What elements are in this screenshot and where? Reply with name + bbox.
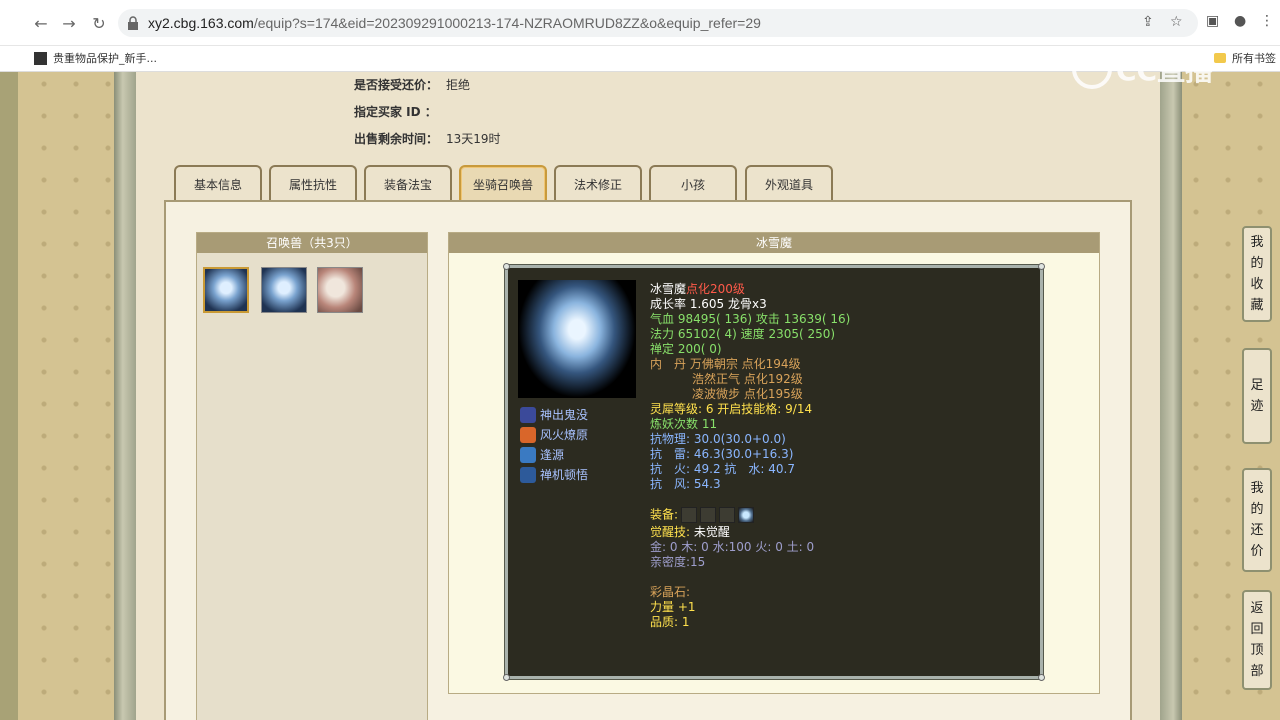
- info-buyer-id: 指定买家 ID ：: [354, 105, 437, 119]
- corner-rivet: [503, 674, 510, 681]
- gem-power: 力量 +1: [650, 600, 696, 614]
- address-bar[interactable]: xy2.cbg.163.com/equip?s=174&eid=20230929…: [118, 9, 1198, 37]
- menu-icon[interactable]: ⋮: [1260, 13, 1274, 29]
- profile-icon[interactable]: ●: [1234, 13, 1246, 29]
- bookmark-item[interactable]: 贵重物品保护_新手...: [34, 50, 157, 66]
- back-icon[interactable]: ←: [30, 12, 52, 34]
- pet-stat-panel: 神出鬼没 风火燎原 逢源 禅机顿悟 冰雪魔点化200级 成长率 1.605 龙骨…: [503, 263, 1045, 681]
- tab-appearance[interactable]: 外观道具: [745, 165, 833, 201]
- res-thunder: 抗 雷: 46.3(30.0+16.3): [650, 447, 794, 461]
- pet-thumb-3[interactable]: [317, 267, 363, 313]
- skill-label: 风火燎原: [540, 428, 589, 442]
- pet-thumb-2[interactable]: [261, 267, 307, 313]
- pet-portrait: [518, 280, 636, 398]
- skill-4[interactable]: 禅机顿悟: [520, 466, 588, 483]
- equip-slot[interactable]: [700, 507, 717, 523]
- pet-intimacy: 亲密度:15: [650, 555, 706, 569]
- pet-hp: 气血 98495( 136): [650, 312, 756, 326]
- watermark-icon: [1072, 49, 1112, 89]
- pet-name: 冰雪魔: [650, 282, 687, 296]
- pet-mp: 法力 65102( 4): [650, 327, 741, 341]
- info-remaining-time: 出售剩余时间： 13天19时: [354, 132, 501, 146]
- pet-thumb-1[interactable]: [203, 267, 249, 313]
- info-counter-offer: 是否接受还价： 拒绝: [354, 78, 471, 92]
- back-to-top-button[interactable]: 返回顶部: [1242, 590, 1272, 690]
- equip-slot[interactable]: [719, 507, 736, 523]
- watermark-logo: CC直播: [1072, 46, 1242, 92]
- star-icon[interactable]: ☆: [1170, 14, 1183, 30]
- pet-list-title: 召唤兽（共3只）: [197, 233, 427, 253]
- tab-attributes[interactable]: 属性抗性: [269, 165, 357, 201]
- corner-rivet: [503, 263, 510, 270]
- skill-icon: [520, 426, 536, 443]
- skill-label: 逢源: [540, 448, 565, 462]
- tab-child[interactable]: 小孩: [649, 165, 737, 201]
- corner-rivet: [1038, 674, 1045, 681]
- skill-icon: [520, 406, 536, 423]
- tab-panel: 召唤兽（共3只） 冰雪魔 神出鬼没 风火燎原 逢源 禅机顿悟 冰雪魔点化200级…: [164, 200, 1132, 720]
- equip-slot[interactable]: [738, 507, 755, 523]
- forward-icon[interactable]: →: [58, 12, 80, 34]
- equip-slot[interactable]: [681, 507, 698, 523]
- inner-core-3: 凌波微步 点化195级: [692, 387, 803, 401]
- equip-label: 装备:: [650, 507, 679, 522]
- history-button[interactable]: 足迹: [1242, 348, 1272, 444]
- bookmark-label: 贵重物品保护_新手...: [53, 52, 157, 65]
- pet-detail-title: 冰雪魔: [449, 233, 1099, 253]
- my-favorites-button[interactable]: 我的收藏: [1242, 226, 1272, 322]
- my-counter-offers-button[interactable]: 我的还价: [1242, 468, 1272, 572]
- inner-core-label: 内 丹: [650, 357, 687, 371]
- skill-icon: [520, 466, 536, 483]
- frame-right: [1160, 72, 1182, 720]
- lock-icon: [128, 16, 138, 30]
- gem-label: 彩晶石:: [650, 585, 691, 599]
- url-text: xy2.cbg.163.com/equip?s=174&eid=20230929…: [148, 15, 761, 31]
- pet-list-box: 召唤兽（共3只）: [196, 232, 428, 720]
- reload-icon[interactable]: ↻: [88, 12, 110, 34]
- bookmark-favicon-icon: [34, 51, 47, 65]
- pet-tag: 点化200级: [686, 282, 745, 296]
- pet-detail-box: 冰雪魔 神出鬼没 风火燎原 逢源 禅机顿悟 冰雪魔点化200级 成长率 1.60…: [448, 232, 1100, 694]
- sidebar-toggle-icon[interactable]: ▣: [1206, 13, 1219, 29]
- main-content: 是否接受还价： 拒绝 指定买家 ID ： 出售剩余时间： 13天19时 基本信息 属…: [136, 72, 1160, 720]
- pet-zen: 禅定 200( 0): [650, 342, 722, 356]
- corner-rivet: [1038, 263, 1045, 270]
- inner-core-2: 浩然正气 点化192级: [692, 372, 803, 386]
- share-icon[interactable]: ⇪: [1142, 14, 1154, 30]
- page-left-strip: [0, 72, 18, 720]
- skill-2[interactable]: 风火燎原: [520, 426, 588, 443]
- pet-atk: 攻击 13639( 16): [755, 312, 851, 326]
- skill-label: 神出鬼没: [540, 408, 589, 422]
- browser-toolbar: ← → ↻ xy2.cbg.163.com/equip?s=174&eid=20…: [0, 0, 1280, 46]
- pet-growth: 成长率 1.605 龙骨x3: [650, 297, 767, 311]
- tab-equipment[interactable]: 装备法宝: [364, 165, 452, 201]
- pet-stats: 冰雪魔点化200级 成长率 1.605 龙骨x3 气血 98495( 136) …: [650, 282, 850, 630]
- awaken-value: 未觉醒: [693, 525, 730, 539]
- skill-3[interactable]: 逢源: [520, 446, 564, 463]
- inner-core-1: 万佛朝宗 点化194级: [689, 357, 801, 371]
- lingxi-level: 灵犀等级: 6 开启技能格: 9/14: [650, 402, 813, 416]
- res-wind: 抗 风: 54.3: [650, 477, 721, 491]
- tab-mounts-pets[interactable]: 坐骑召唤兽: [459, 165, 547, 201]
- pet-spd: 速度 2305( 250): [740, 327, 836, 341]
- skill-1[interactable]: 神出鬼没: [520, 406, 588, 423]
- frame-left: [114, 72, 136, 720]
- gem-quality: 品质: 1: [650, 615, 690, 629]
- res-fire-water: 抗 火: 49.2 抗 水: 40.7: [650, 462, 795, 476]
- pet-elements: 金: 0 木: 0 水:100 火: 0 土: 0: [650, 540, 815, 554]
- lianyao-count: 炼妖次数 11: [650, 417, 718, 431]
- watermark-text: CC直播: [1116, 54, 1214, 87]
- awaken-label: 觉醒技:: [650, 525, 691, 539]
- tab-spell-mods[interactable]: 法术修正: [554, 165, 642, 201]
- skill-icon: [520, 446, 536, 463]
- skill-label: 禅机顿悟: [540, 468, 589, 482]
- res-physical: 抗物理: 30.0(30.0+0.0): [650, 432, 786, 446]
- tab-basic-info[interactable]: 基本信息: [174, 165, 262, 201]
